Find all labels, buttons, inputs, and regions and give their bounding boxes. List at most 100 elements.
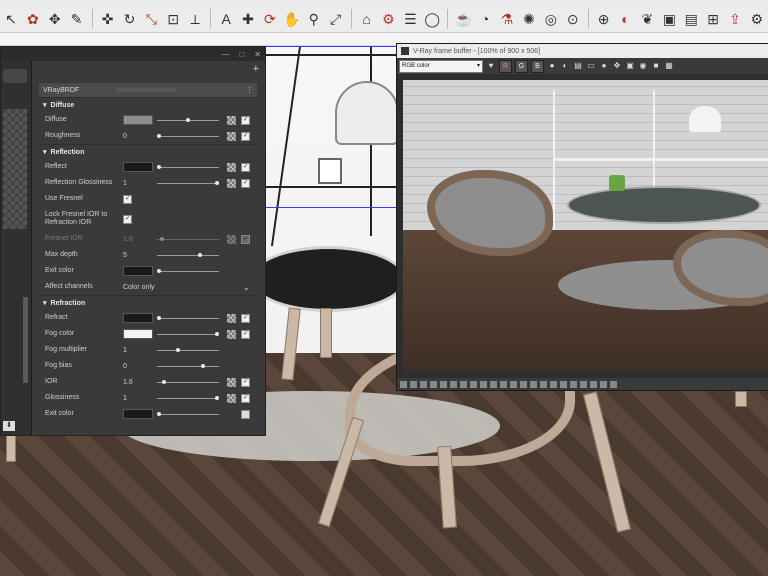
slider-knob[interactable] <box>162 379 166 384</box>
slider-knob[interactable] <box>176 347 180 352</box>
move-icon[interactable]: ✜ <box>99 10 117 28</box>
more-options-icon[interactable]: ⋮ <box>246 86 253 94</box>
section-diffuse[interactable]: ▾ Diffuse <box>39 97 257 112</box>
vray-sphere-light-icon[interactable]: ◎ <box>542 10 560 28</box>
select-icon[interactable]: ↖ <box>2 10 20 28</box>
rendered-image[interactable] <box>403 80 768 370</box>
vray-proxy-icon[interactable]: ▣ <box>660 10 678 28</box>
reflection-glossiness-checkbox[interactable]: ✓ <box>241 178 250 188</box>
vray-mesh-light-icon[interactable]: ⊙ <box>564 10 582 28</box>
vfb-correction-icon[interactable] <box>510 380 517 388</box>
vraybrdf-header[interactable]: VRayBRDF ⋮ <box>39 83 257 97</box>
orbit-icon[interactable]: ⟳ <box>261 10 279 28</box>
fog-color-checkbox[interactable]: ✓ <box>241 329 250 339</box>
zoom-extents-icon[interactable]: ⤢ <box>327 10 345 28</box>
extension-icon[interactable]: ⚙ <box>380 10 398 28</box>
material-preview[interactable] <box>3 109 27 229</box>
maximize-icon[interactable]: □ <box>239 50 244 59</box>
slider-knob[interactable] <box>157 315 161 320</box>
slider-knob[interactable] <box>157 164 161 169</box>
exit-color-swatch[interactable] <box>123 266 153 276</box>
vfb-correction-icon[interactable] <box>430 380 437 388</box>
reflect-color-swatch[interactable] <box>123 162 153 172</box>
mono-channel-icon[interactable]: ◐ <box>560 61 570 71</box>
reflect-slider[interactable] <box>157 164 219 169</box>
tape-icon[interactable]: ⟂ <box>186 10 204 28</box>
vray-dome-icon[interactable]: ◐ <box>617 10 635 28</box>
save-image-icon[interactable]: ▤ <box>573 61 583 71</box>
minimize-icon[interactable]: — <box>221 50 229 59</box>
reflection-glossiness-texture-slot[interactable] <box>227 178 236 188</box>
vfb-correction-icon[interactable] <box>610 380 617 388</box>
refract-slider[interactable] <box>157 315 219 320</box>
close-icon[interactable]: ✕ <box>254 50 261 59</box>
exit-color-slider[interactable] <box>157 268 219 273</box>
vfb-correction-icon[interactable] <box>460 380 467 388</box>
vfb-correction-icon[interactable] <box>450 380 457 388</box>
vfb-correction-icon[interactable] <box>490 380 497 388</box>
ior-value[interactable]: 1.6 <box>123 379 133 386</box>
vfb-correction-icon[interactable] <box>410 380 417 388</box>
vfb-correction-icon[interactable] <box>540 380 547 388</box>
refraction-exit-checkbox[interactable] <box>241 409 250 419</box>
vray-frame-buffer-icon[interactable]: ▤ <box>682 10 700 28</box>
alpha-channel-icon[interactable]: ● <box>547 61 557 71</box>
offset-icon[interactable]: ⊡ <box>164 10 182 28</box>
roughness-value[interactable]: 0 <box>123 133 127 140</box>
sidebar-scrollbar[interactable] <box>23 297 28 383</box>
vfb-correction-icon[interactable] <box>520 380 527 388</box>
vfb-correction-icon[interactable] <box>500 380 507 388</box>
color-picker-icon[interactable]: ♥ <box>486 61 496 71</box>
vfb-correction-icon[interactable] <box>580 380 587 388</box>
vfb-correction-icon[interactable] <box>400 380 407 388</box>
green-channel-button[interactable]: G <box>515 59 528 73</box>
glossiness-value[interactable]: 1 <box>123 395 127 402</box>
vraybrdf-name-field[interactable] <box>116 88 176 92</box>
refract-texture-slot[interactable] <box>227 313 236 323</box>
slider-knob[interactable] <box>215 395 219 400</box>
settings-icon[interactable]: ▦ <box>664 61 674 71</box>
warehouse-icon[interactable]: ⌂ <box>358 10 376 28</box>
ior-slider[interactable] <box>157 379 219 384</box>
pan-icon[interactable]: ✋ <box>283 10 301 28</box>
layers-icon[interactable]: ☰ <box>401 10 419 28</box>
slider-knob[interactable] <box>186 117 190 122</box>
material-list-button[interactable] <box>3 69 27 83</box>
max-depth-slider[interactable] <box>157 252 219 257</box>
fog-color-swatch[interactable] <box>123 329 153 339</box>
vfb-correction-icon[interactable] <box>560 380 567 388</box>
chevron-down-icon[interactable]: ⌄ <box>243 283 250 292</box>
glossiness-checkbox[interactable]: ✓ <box>241 393 250 403</box>
refract-checkbox[interactable]: ✓ <box>241 313 250 323</box>
slider-knob[interactable] <box>201 363 205 368</box>
roughness-slider[interactable] <box>157 133 219 138</box>
slider-knob[interactable] <box>198 252 202 257</box>
vfb-correction-icon[interactable] <box>440 380 447 388</box>
diffuse-slider[interactable] <box>157 117 219 122</box>
vfb-correction-icon[interactable] <box>470 380 477 388</box>
vray-clipper-icon[interactable]: ⊞ <box>704 10 722 28</box>
ior-texture-slot[interactable] <box>227 377 236 387</box>
vray-material-icon[interactable]: ⚗ <box>498 10 516 28</box>
fog-bias-value[interactable]: 0 <box>123 363 127 370</box>
affect-channels-dropdown[interactable]: Color only <box>123 284 155 291</box>
vfb-correction-icon[interactable] <box>480 380 487 388</box>
red-channel-button[interactable]: R <box>499 59 512 73</box>
zoom-icon[interactable]: ⚲ <box>305 10 323 28</box>
region-render-icon[interactable]: ▣ <box>625 61 635 71</box>
eraser-icon[interactable]: ✥ <box>46 10 64 28</box>
max-depth-value[interactable]: 5 <box>123 252 127 259</box>
vray-export-icon[interactable]: ⇪ <box>726 10 744 28</box>
component-icon[interactable]: ✿ <box>24 10 42 28</box>
section-reflection[interactable]: ▾ Reflection <box>39 144 257 159</box>
glossiness-texture-slot[interactable] <box>227 393 236 403</box>
reflect-checkbox[interactable]: ✓ <box>241 162 250 172</box>
vray-interactive-icon[interactable]: ◔ <box>476 10 494 28</box>
refraction-exit-color-slider[interactable] <box>157 411 219 416</box>
fog-color-texture-slot[interactable] <box>227 329 236 339</box>
fog-bias-slider[interactable] <box>157 363 219 368</box>
vfb-correction-icon[interactable] <box>600 380 607 388</box>
load-image-icon[interactable]: ▭ <box>586 61 596 71</box>
clear-image-icon[interactable]: ● <box>599 61 609 71</box>
vfb-correction-icon[interactable] <box>590 380 597 388</box>
